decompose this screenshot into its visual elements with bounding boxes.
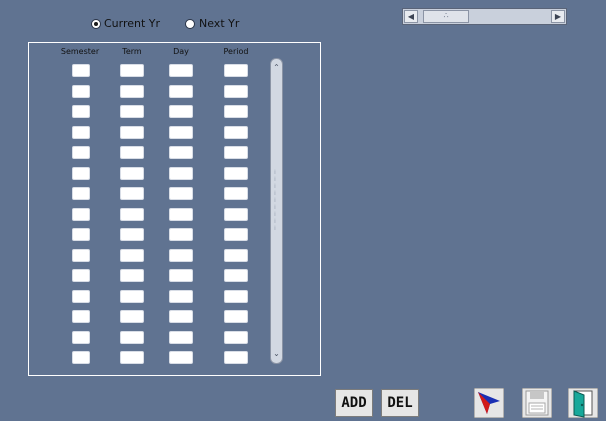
semester-cell[interactable] <box>72 167 90 180</box>
term-cell[interactable] <box>120 290 144 303</box>
scroll-right-arrow-icon[interactable]: ▶ <box>551 10 565 23</box>
term-cell[interactable] <box>120 269 144 282</box>
term-cell[interactable] <box>120 208 144 221</box>
day-cell[interactable] <box>169 187 193 200</box>
semester-cell[interactable] <box>72 64 90 77</box>
semester-cell[interactable] <box>72 351 90 364</box>
term-cell[interactable] <box>120 249 144 262</box>
term-cell[interactable] <box>120 187 144 200</box>
horizontal-scroll-thumb[interactable]: ∴ <box>423 10 469 23</box>
vertical-scrollbar[interactable]: ⌃ ⁞ ⁞ ⁞ ⁞ ⁞ ⁞ ⁞ ⁞ ⁞ ⌄ <box>270 58 283 364</box>
header-period: Period <box>223 47 249 56</box>
semester-cell[interactable] <box>72 249 90 262</box>
day-cell[interactable] <box>169 167 193 180</box>
day-cell[interactable] <box>169 85 193 98</box>
current-year-radio[interactable] <box>91 19 101 29</box>
period-cell[interactable] <box>224 208 248 221</box>
day-cell[interactable] <box>169 310 193 323</box>
exit-door-icon[interactable] <box>568 388 598 418</box>
term-cell[interactable] <box>120 105 144 118</box>
current-year-label: Current Yr <box>104 17 161 30</box>
scroll-down-icon[interactable]: ⌄ <box>273 349 280 359</box>
pointer-arrow-icon[interactable] <box>474 388 504 418</box>
period-cell[interactable] <box>224 187 248 200</box>
period-cell[interactable] <box>224 167 248 180</box>
horizontal-scrollbar[interactable]: ◀ ∴ ▶ <box>402 8 567 25</box>
day-cell[interactable] <box>169 351 193 364</box>
period-cell[interactable] <box>224 146 248 159</box>
day-cell[interactable] <box>169 105 193 118</box>
header-semester: Semester <box>60 47 100 56</box>
semester-cell[interactable] <box>72 310 90 323</box>
period-cell[interactable] <box>224 85 248 98</box>
delete-button[interactable]: DEL <box>381 389 419 417</box>
next-year-radio[interactable] <box>185 19 195 29</box>
term-cell[interactable] <box>120 126 144 139</box>
term-cell[interactable] <box>120 64 144 77</box>
scroll-left-arrow-icon[interactable]: ◀ <box>404 10 418 23</box>
floppy-disk-icon[interactable] <box>522 388 552 418</box>
add-button[interactable]: ADD <box>335 389 373 417</box>
day-cell[interactable] <box>169 126 193 139</box>
term-cell[interactable] <box>120 146 144 159</box>
semester-cell[interactable] <box>72 105 90 118</box>
term-cell[interactable] <box>120 228 144 241</box>
header-day: Day <box>173 47 189 56</box>
next-year-label: Next Yr <box>199 17 240 30</box>
term-cell[interactable] <box>120 351 144 364</box>
semester-cell[interactable] <box>72 290 90 303</box>
term-cell[interactable] <box>120 331 144 344</box>
period-cell[interactable] <box>224 228 248 241</box>
period-cell[interactable] <box>224 105 248 118</box>
semester-cell[interactable] <box>72 331 90 344</box>
period-cell[interactable] <box>224 331 248 344</box>
period-cell[interactable] <box>224 126 248 139</box>
period-cell[interactable] <box>224 310 248 323</box>
semester-cell[interactable] <box>72 126 90 139</box>
semester-cell[interactable] <box>72 85 90 98</box>
scroll-up-icon[interactable]: ⌃ <box>273 63 280 73</box>
day-cell[interactable] <box>169 64 193 77</box>
day-cell[interactable] <box>169 269 193 282</box>
period-cell[interactable] <box>224 290 248 303</box>
term-cell[interactable] <box>120 85 144 98</box>
day-cell[interactable] <box>169 249 193 262</box>
header-term: Term <box>122 47 142 56</box>
scroll-grip-icon[interactable]: ⁞ ⁞ ⁞ ⁞ ⁞ ⁞ ⁞ ⁞ ⁞ <box>274 169 279 239</box>
period-cell[interactable] <box>224 249 248 262</box>
semester-cell[interactable] <box>72 269 90 282</box>
day-cell[interactable] <box>169 290 193 303</box>
day-cell[interactable] <box>169 208 193 221</box>
period-cell[interactable] <box>224 269 248 282</box>
day-cell[interactable] <box>169 331 193 344</box>
term-cell[interactable] <box>120 167 144 180</box>
term-cell[interactable] <box>120 310 144 323</box>
day-cell[interactable] <box>169 228 193 241</box>
day-cell[interactable] <box>169 146 193 159</box>
semester-cell[interactable] <box>72 146 90 159</box>
semester-cell[interactable] <box>72 228 90 241</box>
semester-cell[interactable] <box>72 208 90 221</box>
period-cell[interactable] <box>224 351 248 364</box>
semester-cell[interactable] <box>72 187 90 200</box>
period-cell[interactable] <box>224 64 248 77</box>
